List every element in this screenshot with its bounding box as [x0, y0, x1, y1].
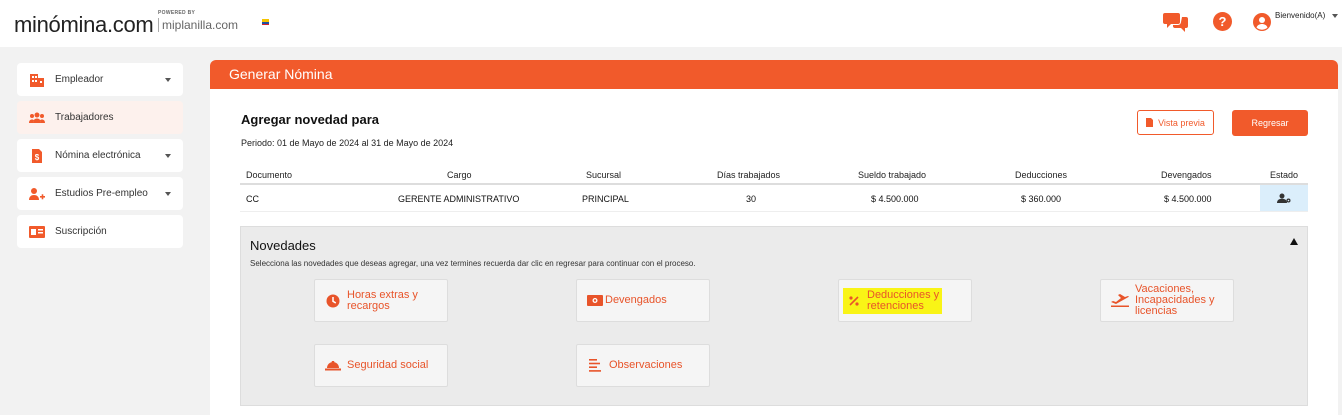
card-label-line3: licencias	[1135, 305, 1178, 317]
list-icon	[587, 359, 603, 373]
sidebar-item-label: Estudios Pre-empleo	[55, 188, 148, 199]
novedades-section: Novedades Selecciona las novedades que d…	[240, 226, 1308, 406]
id-card-icon	[29, 225, 45, 239]
pdf-icon	[1146, 118, 1154, 127]
percent-icon	[847, 294, 861, 308]
powered-by: POWERED BY miplanilla.com	[158, 10, 238, 32]
card-label-line2: recargos	[347, 299, 390, 312]
cell-dias: 30	[746, 194, 757, 204]
sidebar-item-label: Trabajadores	[55, 112, 114, 123]
chevron-down-icon	[165, 192, 171, 196]
cell-devengados: $ 4.500.000	[1164, 194, 1212, 204]
card-label: Seguridad social	[347, 359, 429, 371]
card-deducciones[interactable]: Deducciones y retenciones	[838, 279, 972, 322]
preview-button[interactable]: Vista previa	[1137, 110, 1214, 135]
card-label: Observaciones	[609, 359, 683, 371]
user-avatar-icon[interactable]	[1253, 13, 1271, 31]
card-label: Deducciones y retenciones	[867, 289, 939, 312]
period-text: Periodo: 01 de Mayo de 2024 al 31 de May…	[241, 138, 454, 148]
sidebar-item-trabajadores[interactable]: Trabajadores	[17, 101, 183, 134]
col-sueldo: Sueldo trabajado	[858, 170, 927, 180]
cell-sueldo: $ 4.500.000	[871, 194, 919, 204]
building-icon	[29, 73, 45, 87]
card-devengados[interactable]: Devengados	[576, 279, 710, 322]
money-icon	[587, 294, 603, 308]
col-devengados: Devengados	[1161, 170, 1212, 180]
users-icon	[29, 111, 45, 125]
invoice-icon: $	[29, 148, 45, 163]
powered-by-label: POWERED BY	[158, 10, 196, 16]
subtitle: Agregar novedad para	[241, 112, 379, 127]
card-observaciones[interactable]: Observaciones	[576, 344, 710, 387]
chevron-down-icon	[165, 154, 171, 158]
status-cell[interactable]	[1260, 185, 1308, 211]
colombia-flag-icon[interactable]	[262, 19, 269, 25]
page-title: Generar Nómina	[210, 60, 1338, 89]
user-plus-icon	[29, 187, 45, 201]
novedades-title: Novedades	[250, 238, 316, 253]
cell-sucursal: PRINCIPAL	[582, 194, 629, 204]
cell-cargo: GERENTE ADMINISTRATIVO	[398, 194, 520, 204]
back-button[interactable]: Regresar	[1232, 110, 1308, 136]
col-estado: Estado	[1270, 170, 1299, 180]
card-label-line2: retenciones	[867, 299, 924, 312]
card-vacaciones[interactable]: Vacaciones, Incapacidades y licencias	[1100, 279, 1234, 322]
novedades-description: Selecciona las novedades que deseas agre…	[250, 259, 696, 268]
col-sucursal: Sucursal	[586, 170, 622, 180]
collapse-toggle-icon[interactable]	[1290, 238, 1298, 245]
col-deducciones: Deducciones	[1015, 170, 1068, 180]
table-row: CC GERENTE ADMINISTRATIVO PRINCIPAL 30 $…	[240, 185, 1308, 212]
col-cargo: Cargo	[447, 170, 472, 180]
sidebar-item-label: Empleador	[55, 74, 104, 85]
card-label: Horas extras y recargos	[347, 289, 418, 312]
sidebar-item-label: Suscripción	[55, 226, 107, 237]
cell-deducciones: $ 360.000	[1021, 194, 1062, 204]
cell-documento: CC	[246, 194, 259, 204]
card-horas-extras[interactable]: Horas extras y recargos	[314, 279, 448, 322]
col-dias: Días trabajados	[717, 170, 781, 180]
powered-by-brand: miplanilla.com	[158, 18, 238, 32]
chevron-down-icon	[165, 78, 171, 82]
summary-table: Documento Cargo Sucursal Días trabajados…	[240, 164, 1308, 212]
sidebar-item-estudios-pre-empleo[interactable]: Estudios Pre-empleo	[17, 177, 183, 210]
airplane-icon	[1111, 294, 1129, 308]
col-documento: Documento	[246, 170, 293, 180]
user-gear-icon	[1277, 193, 1291, 203]
chat-icon[interactable]	[1163, 10, 1189, 34]
sidebar-item-label: Nómina electrónica	[55, 150, 141, 161]
preview-button-label: Vista previa	[1158, 117, 1205, 128]
chevron-down-icon[interactable]	[1332, 14, 1338, 18]
sidebar-item-nomina-electronica[interactable]: $ Nómina electrónica	[17, 139, 183, 172]
svg-text:?: ?	[1219, 14, 1227, 29]
helmet-icon	[325, 359, 341, 373]
svg-text:$: $	[35, 153, 40, 162]
card-label: Devengados	[605, 294, 667, 306]
sidebar-item-suscripcion[interactable]: Suscripción	[17, 215, 183, 248]
table-header: Documento Cargo Sucursal Días trabajados…	[240, 164, 1308, 185]
main-panel: Generar Nómina Agregar novedad para Peri…	[210, 60, 1338, 415]
card-seguridad-social[interactable]: Seguridad social	[314, 344, 448, 387]
welcome-text[interactable]: Bienvenido(A)	[1275, 11, 1325, 20]
help-icon[interactable]: ?	[1213, 12, 1232, 31]
logo[interactable]: minómina.com	[14, 12, 154, 38]
clock-icon	[325, 294, 341, 308]
highlight-box: Deducciones y retenciones	[843, 287, 943, 314]
top-bar: minómina.com POWERED BY miplanilla.com ?…	[0, 0, 1342, 47]
card-label: Vacaciones, Incapacidades y licencias	[1135, 284, 1215, 317]
sidebar-item-empleador[interactable]: Empleador	[17, 63, 183, 96]
